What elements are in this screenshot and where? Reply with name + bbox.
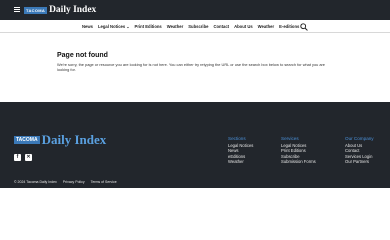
footer-logo[interactable]: TACOMA Daily Index bbox=[14, 132, 106, 148]
facebook-icon[interactable]: f bbox=[14, 154, 21, 161]
footer-heading-services: Services bbox=[281, 136, 299, 141]
top-bar: TACOMA Daily Index bbox=[0, 0, 390, 20]
main-content: Page not found We're sorry, the page or … bbox=[57, 52, 337, 72]
footer-link[interactable]: Weather bbox=[228, 159, 253, 165]
terms-of-service-link[interactable]: Terms of Service bbox=[91, 180, 117, 184]
nav-item-e-editions[interactable]: E-editions bbox=[279, 24, 299, 29]
nav-item-subscribe[interactable]: Subscribe bbox=[188, 24, 208, 29]
hamburger-menu-icon[interactable] bbox=[14, 7, 20, 12]
site-logo[interactable]: TACOMA Daily Index bbox=[24, 4, 96, 16]
nav-item-weather-2[interactable]: Weather bbox=[258, 24, 274, 29]
footer-column-company: Our Company About Us Contact Services Lo… bbox=[345, 136, 374, 165]
page-message: We're sorry, the page or resource you ar… bbox=[57, 62, 325, 73]
footer-link[interactable]: Submission Forms bbox=[281, 159, 316, 165]
nav-item-about-us[interactable]: About Us bbox=[234, 24, 253, 29]
nav-item-print-editions[interactable]: Print Editions bbox=[135, 24, 162, 29]
footer-link[interactable]: Our Partners bbox=[345, 159, 374, 165]
nav-item-legal-notices-label: Legal Notices bbox=[97, 23, 126, 29]
social-links: f ✕ bbox=[14, 154, 36, 161]
nav-item-news[interactable]: News bbox=[82, 24, 93, 29]
footer-column-services: Services Legal Notices Print Editions Su… bbox=[281, 136, 316, 165]
nav-item-contact[interactable]: Contact bbox=[213, 24, 229, 29]
logo-text: Daily Index bbox=[49, 5, 97, 15]
nav-item-legal-notices[interactable]: Legal Notices ⌄ bbox=[98, 24, 130, 29]
nav-item-weather[interactable]: Weather bbox=[167, 24, 183, 29]
footer-heading-sections: Sections bbox=[228, 136, 246, 141]
footer: TACOMA Daily Index f ✕ Sections Legal No… bbox=[0, 102, 390, 188]
privacy-policy-link[interactable]: Privacy Policy bbox=[63, 180, 85, 184]
footer-column-sections: Sections Legal Notices News eEditions We… bbox=[228, 136, 253, 165]
footer-logo-text: Daily Index bbox=[41, 132, 107, 147]
x-icon[interactable]: ✕ bbox=[25, 154, 32, 161]
copyright-text: © 2024 Tacoma Daily Index bbox=[14, 180, 57, 184]
footer-heading-company: Our Company bbox=[345, 136, 374, 141]
chevron-down-icon: ⌄ bbox=[126, 23, 130, 29]
bottom-bar: © 2024 Tacoma Daily Index Privacy Policy… bbox=[0, 180, 390, 240]
page-title: Page not found bbox=[57, 52, 108, 59]
footer-logo-tag: TACOMA bbox=[14, 136, 40, 144]
main-nav: News Legal Notices ⌄ Print Editions Weat… bbox=[0, 20, 390, 33]
logo-tag: TACOMA bbox=[24, 6, 48, 14]
legal-links: © 2024 Tacoma Daily Index Privacy Policy… bbox=[14, 180, 123, 184]
search-icon[interactable] bbox=[300, 23, 308, 31]
